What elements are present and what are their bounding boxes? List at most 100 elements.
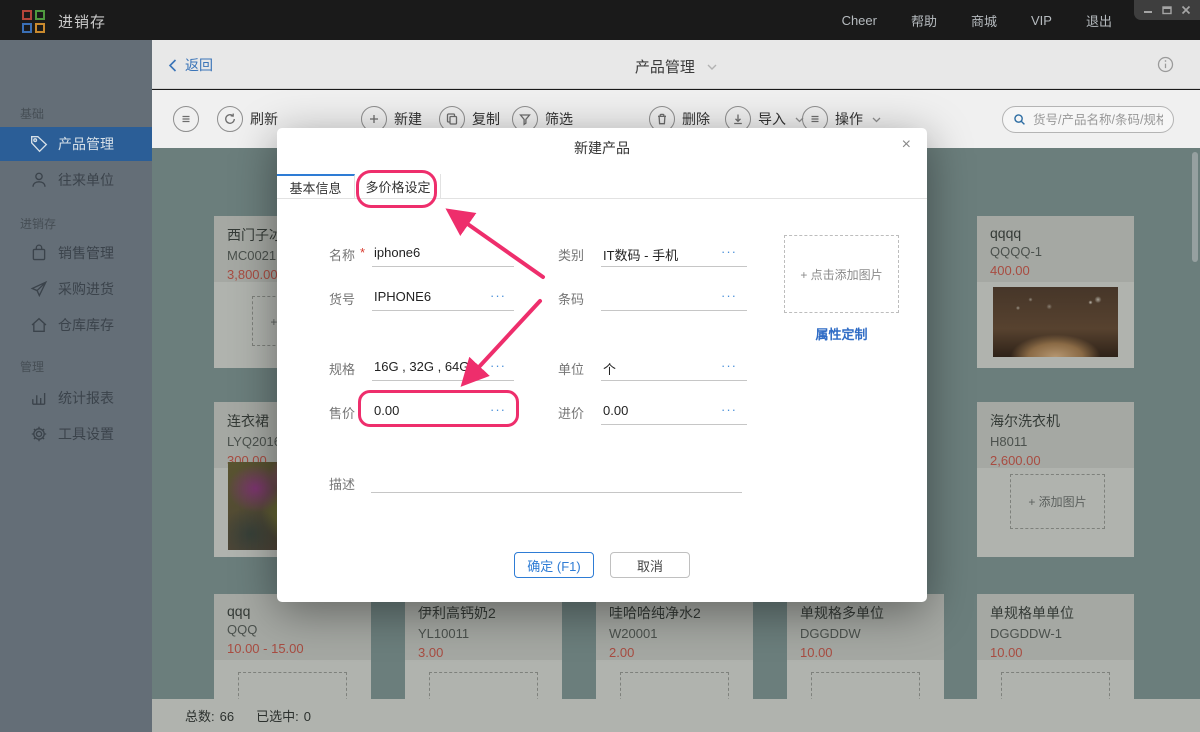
product-card[interactable]: qqq QQQ 10.00 - 15.00	[214, 594, 371, 699]
product-card[interactable]: 哇哈哈纯净水2 W20001 2.00	[596, 594, 753, 699]
sidebar-item-reports[interactable]: 统计报表	[0, 381, 152, 415]
gear-icon	[30, 425, 48, 443]
product-title: qqqq	[990, 225, 1121, 241]
product-card[interactable]: 伊利高钙奶2 YL10011 3.00	[405, 594, 562, 699]
product-title: 哇哈哈纯净水2	[609, 603, 740, 623]
field-label-unit: 单位	[558, 359, 584, 378]
sell-price-input[interactable]: 0.00	[374, 403, 399, 418]
app-logo-icon	[22, 9, 48, 35]
scrollbar-thumb[interactable]	[1192, 152, 1198, 262]
info-icon[interactable]	[1157, 56, 1174, 78]
chart-icon	[30, 389, 48, 407]
sidebar-item-label: 销售管理	[58, 243, 114, 263]
product-code: YL10011	[418, 626, 549, 641]
refresh-icon	[217, 106, 243, 132]
sidebar-item-label: 产品管理	[58, 134, 114, 154]
menu-item-cheer[interactable]: Cheer	[842, 13, 877, 28]
add-image-placeholder[interactable]	[238, 672, 347, 699]
page-header: 返回 产品管理	[152, 40, 1200, 89]
menu-item-vip[interactable]: VIP	[1031, 13, 1052, 28]
sidebar-item-warehouse[interactable]: 仓库库存	[0, 308, 152, 342]
add-image-placeholder[interactable]	[620, 672, 729, 699]
minimize-icon[interactable]	[1143, 5, 1153, 15]
add-image-placeholder[interactable]	[811, 672, 920, 699]
spec-input[interactable]: 16G , 32G , 64G	[374, 359, 469, 374]
sidebar: 基础 产品管理 往来单位 进销存 销售管理 采购进货	[0, 40, 152, 732]
dialog-title: 新建产品	[277, 138, 927, 158]
field-label-sku: 货号	[329, 289, 355, 308]
sidebar-section-manage: 管理	[20, 358, 44, 375]
product-card[interactable]: qqqq QQQQ-1 400.00	[977, 216, 1134, 368]
product-card[interactable]: 海尔洗衣机 H8011 2,600.00 + 添加图片	[977, 402, 1134, 557]
menu-item-help[interactable]: 帮助	[911, 11, 937, 30]
sidebar-item-settings[interactable]: 工具设置	[0, 417, 152, 451]
tag-icon	[30, 135, 48, 153]
menu-item-logout[interactable]: 退出	[1086, 11, 1112, 30]
buy-price-input[interactable]: 0.00	[603, 403, 628, 418]
total-count: 总数:66	[185, 706, 234, 725]
product-price: 2.00	[609, 645, 740, 660]
product-code: W20001	[609, 626, 740, 641]
search-input[interactable]	[1033, 113, 1163, 127]
sidebar-item-label: 仓库库存	[58, 315, 114, 335]
sidebar-item-product-management[interactable]: 产品管理	[0, 127, 152, 161]
add-image-placeholder[interactable]	[429, 672, 538, 699]
product-title: 海尔洗衣机	[990, 411, 1121, 431]
product-card[interactable]: 单规格单单位 DGGDDW-1 10.00	[977, 594, 1134, 699]
spec-more-button[interactable]: ···	[490, 358, 506, 373]
add-image-placeholder[interactable]: + 添加图片	[1010, 474, 1105, 529]
category-more-button[interactable]: ···	[721, 244, 737, 259]
menu-circle-icon	[173, 106, 199, 132]
sku-more-button[interactable]: ···	[490, 288, 506, 303]
close-icon[interactable]	[1181, 5, 1191, 15]
add-image-placeholder[interactable]	[1001, 672, 1110, 699]
tab-basic-info[interactable]: 基本信息	[277, 174, 355, 198]
unit-more-button[interactable]: ···	[721, 358, 737, 373]
app-window: 进销存 Cheer 帮助 商城 VIP 退出 基础 产品管理 往来单位	[0, 0, 1200, 732]
selected-count: 已选中:0	[256, 706, 311, 725]
sidebar-item-sales[interactable]: 销售管理	[0, 236, 152, 270]
field-label-name: 名称	[329, 245, 355, 264]
unit-input[interactable]: 个	[603, 359, 616, 378]
sidebar-item-partners[interactable]: 往来单位	[0, 163, 152, 197]
product-card[interactable]: 单规格多单位 DGGDDW 10.00	[787, 594, 944, 699]
chevron-down-icon	[872, 110, 881, 128]
search-icon	[1013, 113, 1026, 126]
sidebar-item-label: 工具设置	[58, 424, 114, 444]
bag-icon	[30, 244, 48, 262]
product-title: 伊利高钙奶2	[418, 603, 549, 623]
product-code: QQQQ-1	[990, 244, 1121, 259]
sell-price-more-button[interactable]: ···	[490, 402, 506, 417]
product-title: 单规格多单位	[800, 603, 931, 623]
tab-multi-price[interactable]: 多价格设定	[356, 174, 441, 198]
window-controls	[1134, 0, 1200, 20]
view-mode-button[interactable]	[173, 106, 199, 132]
name-input[interactable]: iphone6	[374, 245, 420, 260]
ok-button[interactable]: 确定 (F1)	[514, 552, 594, 578]
sidebar-item-purchase[interactable]: 采购进货	[0, 272, 152, 306]
close-icon[interactable]: ×	[902, 136, 911, 154]
cancel-button[interactable]: 取消	[610, 552, 690, 578]
titlebar-menu: Cheer 帮助 商城 VIP 退出	[842, 0, 1112, 40]
field-label-barcode: 条码	[558, 289, 584, 308]
upload-image-dropzone[interactable]: + 点击添加图片	[784, 235, 899, 313]
product-photo	[993, 287, 1118, 357]
search-box[interactable]	[1002, 106, 1174, 133]
buy-price-more-button[interactable]: ···	[721, 402, 737, 417]
maximize-icon[interactable]	[1162, 5, 1172, 15]
barcode-more-button[interactable]: ···	[721, 288, 737, 303]
product-price: 10.00	[990, 645, 1121, 660]
chevron-down-icon[interactable]	[707, 57, 717, 74]
sku-input[interactable]: IPHONE6	[374, 289, 431, 304]
product-price: 3.00	[418, 645, 549, 660]
app-title: 进销存	[58, 11, 106, 32]
attribute-custom-link[interactable]: 属性定制	[784, 324, 899, 343]
product-price: 400.00	[990, 263, 1121, 278]
refresh-button[interactable]: 刷新	[217, 106, 278, 132]
new-product-dialog: 新建产品 × 基本信息 多价格设定 名称 * iphone6 类别 IT数码 -…	[277, 128, 927, 602]
tab-divider	[277, 198, 927, 199]
category-input[interactable]: IT数码 - 手机	[603, 245, 678, 264]
home-icon	[30, 316, 48, 334]
menu-item-store[interactable]: 商城	[971, 11, 997, 30]
sidebar-item-label: 统计报表	[58, 388, 114, 408]
